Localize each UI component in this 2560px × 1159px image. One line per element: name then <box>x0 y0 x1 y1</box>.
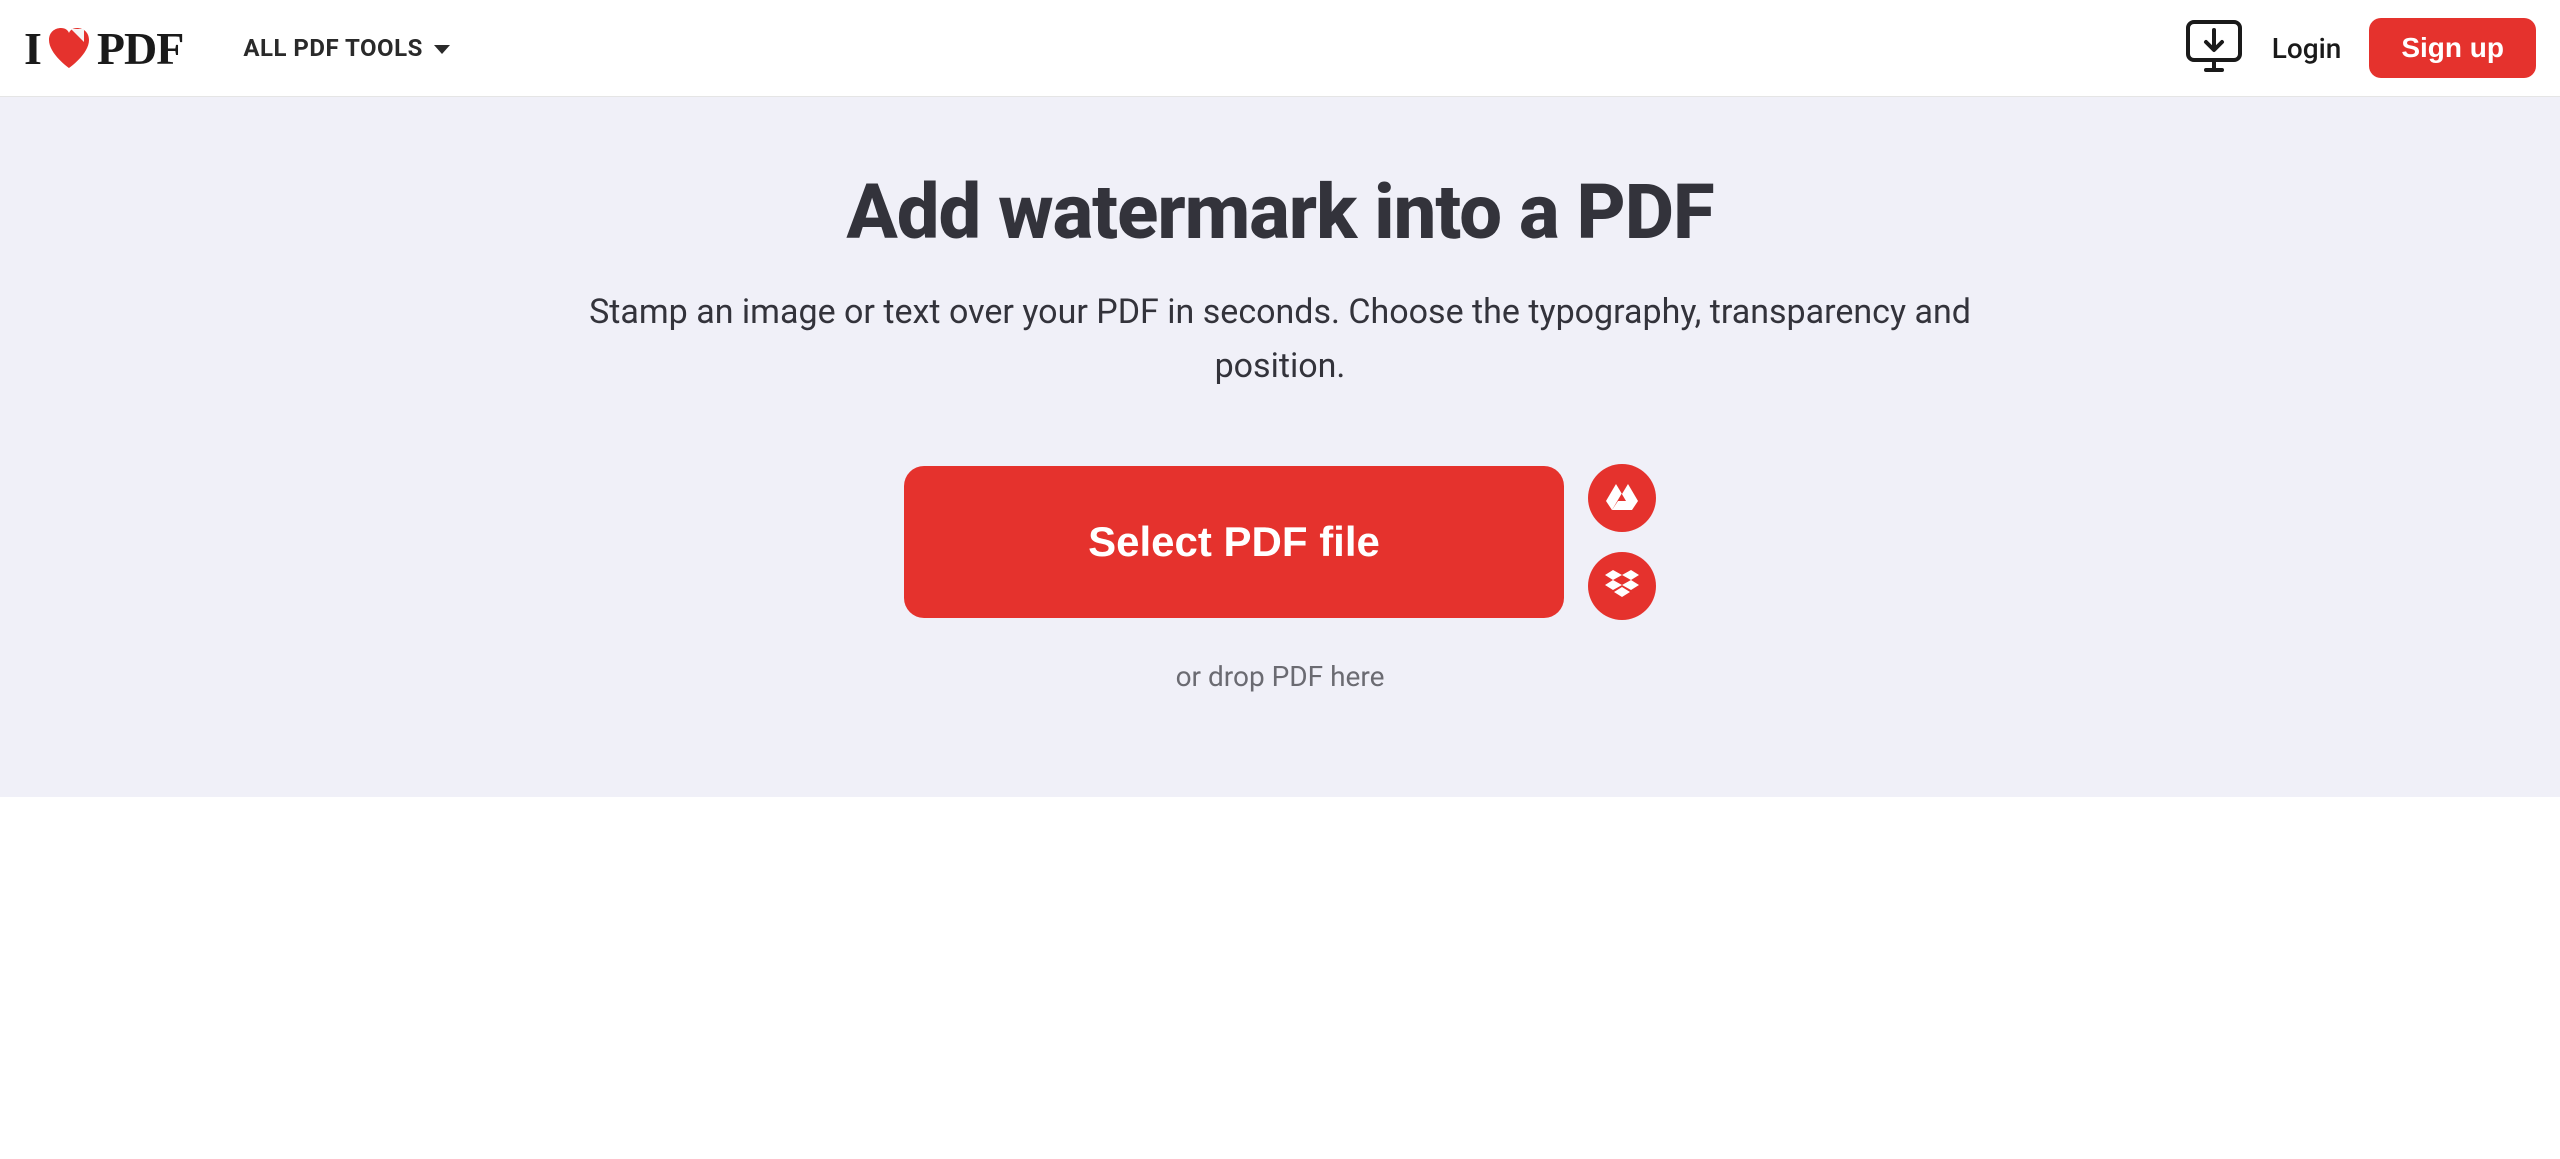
header: I PDF ALL PDF TOOLS <box>0 0 2560 97</box>
upload-area: Select PDF file <box>40 464 2520 620</box>
nav-all-tools-label: ALL PDF TOOLS <box>243 34 423 62</box>
logo-suffix: PDF <box>97 22 183 75</box>
select-pdf-button[interactable]: Select PDF file <box>904 466 1564 618</box>
drop-hint: or drop PDF here <box>40 660 2520 693</box>
cloud-buttons <box>1588 464 1656 620</box>
header-left: I PDF ALL PDF TOOLS <box>24 22 451 75</box>
download-desktop-icon <box>2184 18 2244 78</box>
page-title: Add watermark into a PDF <box>40 167 2520 257</box>
download-desktop-button[interactable] <box>2184 18 2244 78</box>
nav-all-tools[interactable]: ALL PDF TOOLS <box>243 34 451 62</box>
main-content: Add watermark into a PDF Stamp an image … <box>0 97 2560 797</box>
heart-icon <box>45 26 93 70</box>
login-link[interactable]: Login <box>2272 32 2342 65</box>
page-subtitle: Stamp an image or text over your PDF in … <box>555 285 2005 394</box>
signup-button[interactable]: Sign up <box>2369 18 2536 78</box>
logo-prefix: I <box>24 22 41 75</box>
google-drive-button[interactable] <box>1588 464 1656 532</box>
chevron-down-icon <box>433 34 451 62</box>
google-drive-icon <box>1606 482 1638 514</box>
dropbox-icon <box>1605 570 1639 602</box>
header-right: Login Sign up <box>2184 18 2536 78</box>
logo[interactable]: I PDF <box>24 22 183 75</box>
dropbox-button[interactable] <box>1588 552 1656 620</box>
